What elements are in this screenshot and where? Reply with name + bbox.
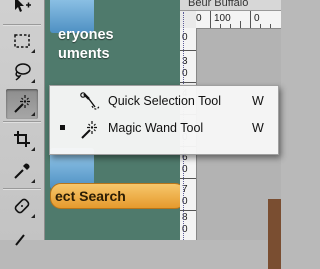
healing-tool-button[interactable] [6, 191, 38, 221]
canvas-image-edge [268, 199, 281, 269]
document-title: Beur Buffalo [188, 0, 249, 9]
eyedropper-icon [14, 163, 30, 179]
document-titlebar: Beur Buffalo [180, 0, 281, 11]
crop-tool-button[interactable] [6, 124, 38, 154]
flyout-indicator-icon [31, 79, 35, 83]
folder-label: uments [58, 46, 110, 62]
magic-wand-icon [14, 95, 30, 113]
marquee-tool-button[interactable] [6, 26, 38, 56]
rectangular-marquee-icon [14, 34, 30, 48]
brush-tool-button[interactable] [6, 224, 38, 254]
flyout-indicator-icon [31, 214, 35, 218]
menu-item-quick-selection-tool[interactable]: Quick Selection Tool W [50, 90, 278, 114]
flyout-indicator-icon [31, 49, 35, 53]
brush-icon [15, 234, 25, 246]
flyout-indicator-icon [31, 112, 35, 116]
tool-flyout-menu: Quick Selection Tool W Magic Wand Tool W [49, 85, 279, 155]
healing-brush-icon [14, 198, 30, 214]
menu-item-label: Quick Selection Tool [108, 94, 222, 108]
smart-search-item[interactable]: ect Search [50, 183, 180, 209]
selected-indicator-icon [60, 125, 65, 130]
menu-item-shortcut: W [252, 121, 264, 135]
menu-item-label: Magic Wand Tool [108, 121, 204, 135]
flyout-indicator-icon [31, 147, 35, 151]
tools-panel [0, 0, 45, 246]
crop-icon [14, 131, 30, 147]
lasso-tool-button[interactable] [6, 56, 38, 86]
flyout-indicator-icon [31, 179, 35, 183]
ruler-label: 100 [214, 13, 231, 24]
quick-selection-icon [78, 92, 102, 119]
lasso-icon [15, 63, 31, 81]
menu-item-shortcut: W [252, 94, 264, 108]
magic-wand-tool-button[interactable] [6, 89, 38, 119]
eyedropper-tool-button[interactable] [6, 156, 38, 186]
folder-label: eryones [58, 27, 114, 43]
move-icon [15, 0, 31, 12]
ruler-label: 0 [196, 13, 202, 24]
menu-item-magic-wand-tool[interactable]: Magic Wand Tool W [50, 117, 278, 141]
horizontal-ruler[interactable]: 0 100 0 [196, 11, 281, 29]
ruler-label: 0 [254, 13, 260, 24]
move-tool-button[interactable] [6, 0, 38, 20]
magic-wand-icon [78, 119, 100, 146]
